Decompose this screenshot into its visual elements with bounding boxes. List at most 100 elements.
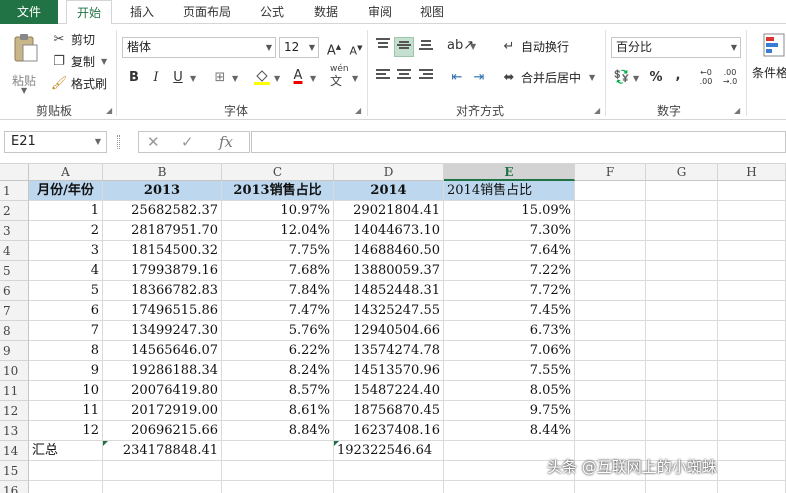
table-cell[interactable]: 20076419.80 xyxy=(103,381,222,401)
empty-cell[interactable] xyxy=(575,341,646,361)
tab-page-layout[interactable]: 页面布局 xyxy=(176,0,238,24)
table-cell[interactable]: 18154500.32 xyxy=(103,241,222,261)
row-header-11[interactable]: 11 xyxy=(0,381,29,401)
phonetic-dropdown-icon[interactable]: ▼ xyxy=(352,74,358,83)
table-cell[interactable]: 7.84% xyxy=(222,281,334,301)
increase-indent-icon[interactable]: ⇥ xyxy=(469,68,489,88)
cancel-icon[interactable]: ✕ xyxy=(147,132,160,152)
currency-dropdown-icon[interactable]: ▼ xyxy=(633,74,639,83)
row-header-10[interactable]: 10 xyxy=(0,361,29,381)
fill-color-dropdown-icon[interactable]: ▼ xyxy=(274,74,280,83)
empty-cell[interactable] xyxy=(718,201,786,221)
empty-cell[interactable] xyxy=(646,261,718,281)
table-cell[interactable]: 3 xyxy=(29,241,103,261)
font-color-dropdown-icon[interactable]: ▼ xyxy=(310,74,316,83)
empty-cell[interactable] xyxy=(718,261,786,281)
merge-center-button[interactable]: ⬌ 合并后居中 ▼ xyxy=(500,68,596,88)
table-cell[interactable]: 14513570.96 xyxy=(334,361,444,381)
table-cell[interactable]: 8.24% xyxy=(222,361,334,381)
empty-cell[interactable] xyxy=(29,481,103,493)
fill-color-icon[interactable] xyxy=(252,67,272,87)
table-cell[interactable]: 11 xyxy=(29,401,103,421)
table-cell[interactable]: 9.75% xyxy=(444,401,575,421)
table-cell[interactable]: 19286188.34 xyxy=(103,361,222,381)
insert-function-button[interactable]: fx xyxy=(219,132,233,152)
underline-button[interactable]: U xyxy=(168,68,188,88)
empty-cell[interactable] xyxy=(575,301,646,321)
row-header-12[interactable]: 12 xyxy=(0,401,29,421)
align-top-icon[interactable] xyxy=(373,37,393,57)
borders-dropdown-icon[interactable]: ▼ xyxy=(232,74,238,83)
empty-cell[interactable] xyxy=(718,361,786,381)
table-cell[interactable]: 29021804.41 xyxy=(334,201,444,221)
header-cell[interactable]: 2013 xyxy=(103,181,222,201)
italic-button[interactable]: I xyxy=(146,68,166,88)
increase-font-icon[interactable]: A▲ xyxy=(324,37,344,58)
table-cell[interactable]: 14044673.10 xyxy=(334,221,444,241)
empty-cell[interactable] xyxy=(646,281,718,301)
table-cell[interactable]: 5 xyxy=(29,281,103,301)
table-cell[interactable]: 13880059.37 xyxy=(334,261,444,281)
table-cell[interactable]: 1 xyxy=(29,201,103,221)
table-cell[interactable]: 10.97% xyxy=(222,201,334,221)
enter-icon[interactable]: ✓ xyxy=(181,132,194,152)
conditional-format-button[interactable]: 条件格 xyxy=(750,30,786,94)
row-header-6[interactable]: 6 xyxy=(0,281,29,301)
column-header-c[interactable]: C xyxy=(222,164,334,181)
formula-input[interactable] xyxy=(251,131,786,153)
table-cell[interactable]: 6 xyxy=(29,301,103,321)
empty-cell[interactable] xyxy=(646,201,718,221)
table-cell[interactable]: 7.47% xyxy=(222,301,334,321)
bold-button[interactable]: B xyxy=(124,68,144,88)
decrease-decimal-icon[interactable]: .00 →.0 xyxy=(720,68,740,88)
tab-data[interactable]: 数据 xyxy=(306,0,346,24)
table-cell[interactable]: 7.45% xyxy=(444,301,575,321)
table-cell[interactable]: 8.05% xyxy=(444,381,575,401)
empty-cell[interactable] xyxy=(575,241,646,261)
table-cell[interactable]: 7.72% xyxy=(444,281,575,301)
table-cell[interactable]: 14852448.31 xyxy=(334,281,444,301)
align-right-icon[interactable] xyxy=(416,68,436,88)
empty-cell[interactable] xyxy=(575,401,646,421)
table-cell[interactable]: 6.73% xyxy=(444,321,575,341)
table-cell[interactable]: 7.64% xyxy=(444,241,575,261)
table-cell[interactable]: 15.09% xyxy=(444,201,575,221)
empty-cell[interactable] xyxy=(575,281,646,301)
column-header-h[interactable]: H xyxy=(718,164,786,181)
empty-cell[interactable] xyxy=(575,201,646,221)
tab-insert[interactable]: 插入 xyxy=(122,0,162,24)
empty-cell[interactable] xyxy=(334,481,444,493)
table-cell[interactable]: 8 xyxy=(29,341,103,361)
empty-cell[interactable] xyxy=(646,421,718,441)
tab-review[interactable]: 审阅 xyxy=(360,0,400,24)
align-left-icon[interactable] xyxy=(373,68,393,88)
copy-button[interactable]: ❐ 复制 ▼ xyxy=(50,52,107,72)
total-cell[interactable]: 234178848.41 xyxy=(103,441,222,461)
total-cell[interactable]: 192322546.64 xyxy=(334,441,444,461)
empty-cell[interactable] xyxy=(718,181,786,201)
row-header-7[interactable]: 7 xyxy=(0,301,29,321)
table-cell[interactable]: 10 xyxy=(29,381,103,401)
column-header-d[interactable]: D xyxy=(334,164,444,181)
empty-cell[interactable] xyxy=(575,381,646,401)
table-cell[interactable]: 7.22% xyxy=(444,261,575,281)
wrap-text-button[interactable]: ↵ 自动换行 xyxy=(500,37,569,57)
table-cell[interactable]: 12 xyxy=(29,421,103,441)
decrease-indent-icon[interactable]: ⇤ xyxy=(447,68,467,88)
tab-formulas[interactable]: 公式 xyxy=(252,0,292,24)
decrease-font-icon[interactable]: A▼ xyxy=(346,38,366,58)
empty-cell[interactable] xyxy=(103,481,222,493)
table-cell[interactable]: 7.75% xyxy=(222,241,334,261)
format-painter-button[interactable]: 🖌 格式刷 xyxy=(50,74,107,94)
empty-cell[interactable] xyxy=(718,321,786,341)
table-cell[interactable]: 4 xyxy=(29,261,103,281)
table-cell[interactable]: 17496515.86 xyxy=(103,301,222,321)
column-header-f[interactable]: F xyxy=(575,164,646,181)
empty-cell[interactable] xyxy=(575,481,646,493)
number-launcher-icon[interactable]: ◢ xyxy=(734,106,740,115)
table-cell[interactable]: 6.22% xyxy=(222,341,334,361)
empty-cell[interactable] xyxy=(646,341,718,361)
orientation-dropdown-icon[interactable]: ▼ xyxy=(470,42,476,51)
empty-cell[interactable] xyxy=(646,301,718,321)
column-header-b[interactable]: B xyxy=(103,164,222,181)
